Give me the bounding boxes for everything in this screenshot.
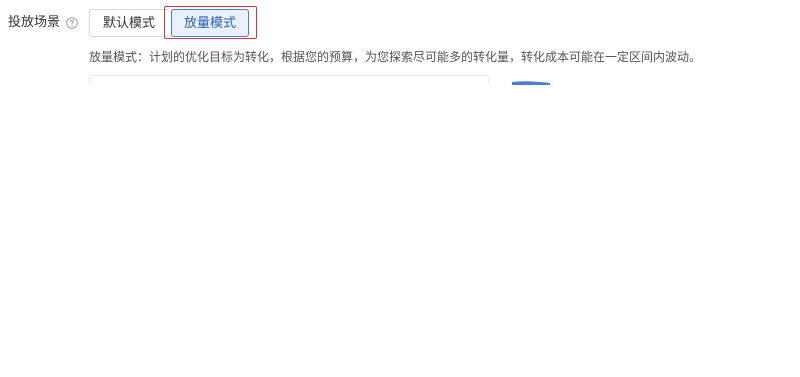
boost-mode-button[interactable]: 放量模式 bbox=[171, 9, 250, 37]
default-mode-button[interactable]: 默认模式 bbox=[89, 9, 169, 37]
scene-label: 投放场景 bbox=[8, 15, 61, 30]
mode-segmented-control: 默认模式 放量模式 bbox=[89, 9, 250, 37]
question-circle-icon[interactable] bbox=[66, 17, 78, 29]
preview-accent-shape bbox=[512, 81, 550, 85]
scene-field: 投放场景 bbox=[8, 8, 78, 38]
page: 投放场景 默认模式 放量模式 放量模式：计划的优化目标为转化，根据您的预算，为您… bbox=[0, 0, 800, 377]
preview-panel bbox=[89, 75, 489, 84]
mode-description: 放量模式：计划的优化目标为转化，根据您的预算，为您探索尽可能多的转化量，转化成本… bbox=[89, 50, 702, 64]
